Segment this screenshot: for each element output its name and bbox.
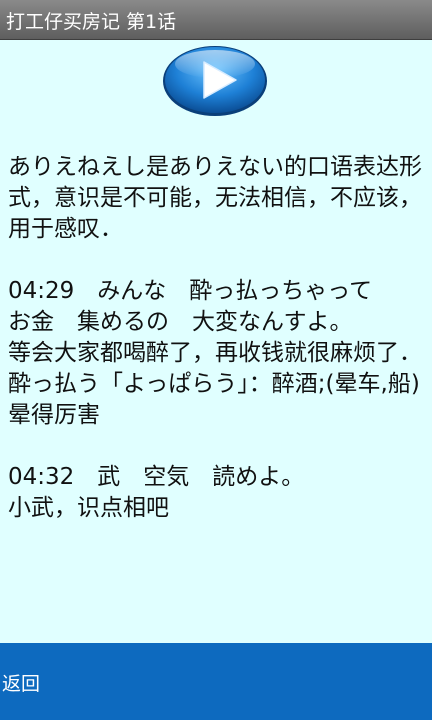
- text-line: 04:29 みんな 酔っ払っちゃって: [8, 278, 373, 304]
- page-title: 打工仔买房记 第1话: [6, 11, 177, 33]
- text-line: 小武，识点相吧: [8, 495, 169, 521]
- text-line: 等会大家都喝醉了，再收钱就很麻烦了．: [8, 340, 422, 366]
- title-bar: 打工仔买房记 第1话: [0, 0, 432, 40]
- lesson-text: ありえねえし是ありえない的口语表达形式，意识是不可能，无法相信，不应该，用于感叹…: [8, 152, 422, 642]
- text-line: お金 集めるの 大変なんすよ。: [8, 309, 353, 335]
- text-line: 酔っ払う「よっぱらう」：醉酒;(晕车,船)晕得厉害: [8, 371, 420, 428]
- back-button[interactable]: 返回: [2, 669, 40, 696]
- bottom-bar: 返回: [0, 643, 432, 720]
- play-icon: [163, 46, 267, 116]
- text-line: 04:32 武 空気 読めよ。: [8, 464, 305, 490]
- text-line: ありえねえし是ありえない的口语表达形式，意识是不可能，无法相信，不应该，用于感叹…: [8, 154, 422, 242]
- play-button[interactable]: [162, 44, 268, 118]
